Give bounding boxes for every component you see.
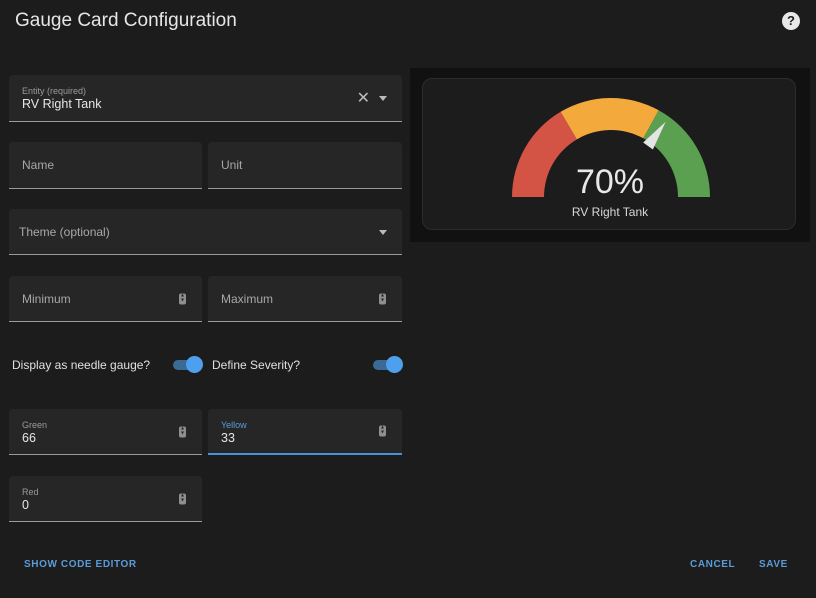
save-button[interactable]: SAVE	[759, 559, 788, 570]
theme-select[interactable]: Theme (optional)	[9, 209, 402, 255]
gauge-card: 70% RV Right Tank	[422, 78, 796, 230]
number-stepper-icon[interactable]: ▴ ▾	[379, 425, 386, 437]
toggle-thumb	[186, 356, 203, 373]
gauge-value: 70%	[575, 163, 645, 201]
needle-gauge-toggle[interactable]	[171, 356, 203, 374]
yellow-input[interactable]: Yellow 33 ▴ ▾	[208, 409, 402, 455]
red-label: Red	[22, 487, 39, 497]
dialog-title: Gauge Card Configuration	[15, 10, 237, 31]
cancel-button[interactable]: CANCEL	[690, 559, 735, 570]
red-input[interactable]: Red 0 ▴ ▾	[9, 476, 202, 522]
show-code-editor-button[interactable]: SHOW CODE EDITOR	[24, 559, 137, 570]
define-severity-label: Define Severity?	[212, 358, 301, 372]
close-icon[interactable]: ✕	[357, 88, 370, 108]
minimum-input[interactable]: Minimum ▴ ▾	[9, 276, 202, 322]
theme-placeholder: Theme (optional)	[19, 224, 110, 239]
yellow-label: Yellow	[221, 420, 247, 430]
green-label: Green	[22, 420, 48, 430]
toggle-thumb	[386, 356, 403, 373]
number-stepper-icon[interactable]: ▴ ▾	[179, 492, 186, 504]
name-placeholder: Name	[22, 158, 55, 172]
green-value: 66	[22, 431, 36, 445]
card-preview: 70% RV Right Tank	[410, 68, 810, 242]
number-stepper-icon[interactable]: ▴ ▾	[179, 292, 186, 304]
yellow-value: 33	[221, 431, 235, 445]
entity-label: Entity (required)	[22, 86, 87, 96]
entity-picker[interactable]: Entity (required) RV Right Tank ✕	[9, 75, 402, 122]
needle-gauge-label: Display as needle gauge?	[12, 358, 151, 372]
maximum-placeholder: Maximum	[221, 291, 274, 306]
unit-placeholder: Unit	[221, 158, 243, 172]
define-severity-toggle[interactable]	[371, 356, 403, 374]
name-input[interactable]: Name	[9, 142, 202, 189]
number-stepper-icon[interactable]: ▴ ▾	[379, 292, 386, 304]
menu-down-icon[interactable]	[379, 229, 387, 235]
menu-down-icon[interactable]	[379, 96, 387, 101]
help-icon[interactable]: ?	[782, 12, 800, 30]
gauge-segment-yellow	[560, 98, 659, 140]
unit-input[interactable]: Unit	[208, 142, 402, 189]
maximum-input[interactable]: Maximum ▴ ▾	[208, 276, 402, 322]
gauge-name: RV Right Tank	[571, 205, 649, 219]
red-value: 0	[22, 498, 29, 512]
entity-value: RV Right Tank	[22, 97, 102, 111]
number-stepper-icon[interactable]: ▴ ▾	[179, 425, 186, 437]
green-input[interactable]: Green 66 ▴ ▾	[9, 409, 202, 455]
minimum-placeholder: Minimum	[22, 291, 71, 306]
